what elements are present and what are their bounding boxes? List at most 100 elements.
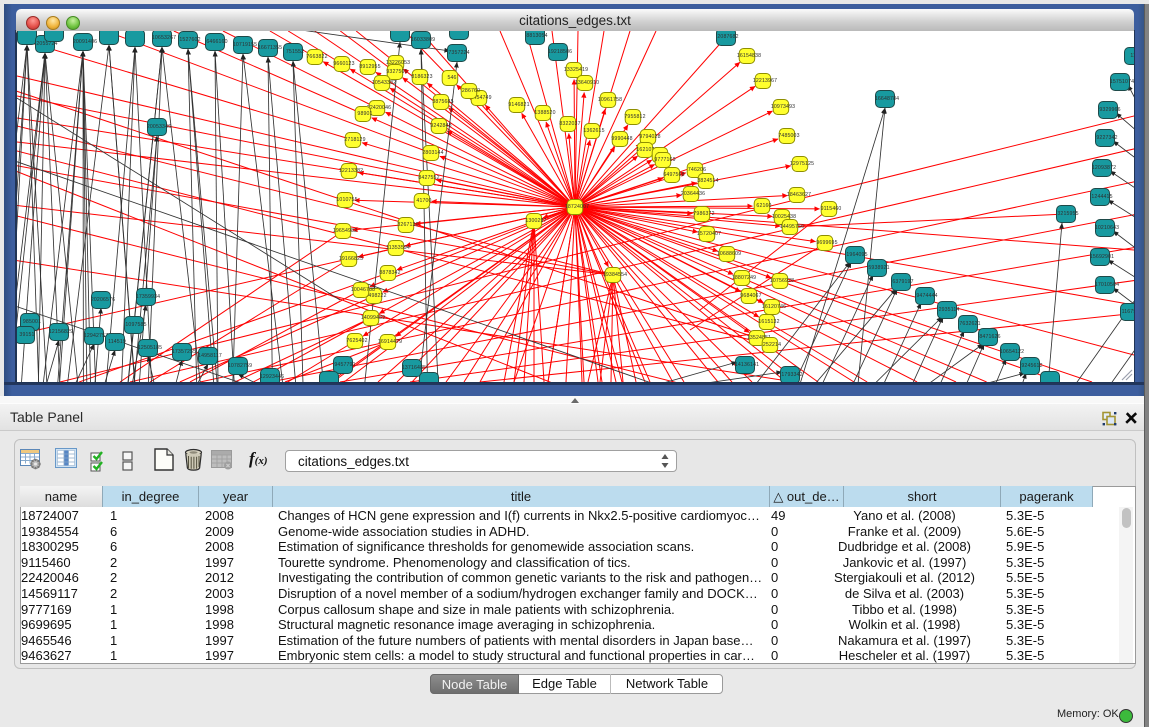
svg-text:9794028: 9794028: [639, 134, 660, 140]
svg-text:13716485: 13716485: [402, 365, 426, 371]
svg-text:114519: 114519: [108, 339, 126, 345]
svg-text:16120746: 16120746: [762, 304, 786, 310]
svg-text:8322037: 8322037: [559, 121, 580, 127]
svg-text:18724007: 18724007: [565, 204, 589, 210]
svg-text:14099489: 14099489: [361, 315, 385, 321]
svg-text:19218506: 19218506: [548, 49, 572, 55]
svg-text:9990448: 9990448: [611, 136, 632, 142]
svg-text:15751074: 15751074: [1110, 79, 1134, 85]
svg-text:20206576: 20206576: [91, 297, 115, 303]
svg-text:6466160: 6466160: [206, 39, 227, 45]
svg-text:18807249: 18807249: [732, 275, 756, 281]
svg-text:546: 546: [447, 75, 456, 81]
svg-text:20364436: 20364436: [681, 191, 705, 197]
svg-text:985001: 985001: [23, 319, 41, 325]
svg-text:16033809: 16033809: [411, 37, 435, 43]
svg-text:19166825: 19166825: [339, 256, 363, 262]
svg-text:15720407: 15720407: [697, 231, 721, 237]
svg-text:751552: 751552: [286, 49, 304, 55]
svg-text:286760: 286760: [462, 88, 480, 94]
svg-text:252214: 252214: [763, 342, 781, 348]
svg-text:18463627: 18463627: [787, 192, 811, 198]
svg-text:13325419: 13325419: [564, 67, 588, 73]
svg-text:2087682: 2087682: [717, 34, 738, 40]
svg-text:7986372: 7986372: [693, 211, 714, 217]
svg-text:2935114: 2935114: [939, 307, 960, 313]
svg-text:5938921: 5938921: [868, 265, 889, 271]
svg-text:9457791: 9457791: [334, 362, 355, 368]
svg-text:9227342: 9227342: [1096, 135, 1117, 141]
svg-text:746206: 746206: [688, 167, 706, 173]
svg-text:2803144: 2803144: [422, 150, 443, 156]
svg-text:12923446: 12923446: [260, 374, 284, 380]
svg-text:62160: 62160: [756, 203, 771, 209]
svg-text:9146821: 9146821: [508, 102, 529, 108]
svg-text:1388520: 1388520: [534, 110, 555, 116]
svg-text:15692901: 15692901: [1090, 254, 1114, 260]
svg-text:14958117: 14958117: [198, 353, 222, 359]
svg-text:7632621: 7632621: [959, 321, 980, 327]
svg-text:12942757: 12942757: [84, 333, 108, 339]
svg-text:9245612: 9245612: [1021, 363, 1042, 369]
svg-text:9242848: 9242848: [430, 123, 451, 129]
svg-text:8912955: 8912955: [359, 64, 380, 70]
svg-text:12213382: 12213382: [339, 168, 363, 174]
svg-text:98901: 98901: [357, 111, 372, 117]
svg-text:16154838: 16154838: [737, 53, 761, 59]
svg-text:9115460: 9115460: [821, 206, 842, 212]
svg-text:9329966: 9329966: [1099, 107, 1120, 113]
svg-text:1112: 1112: [1130, 53, 1141, 59]
svg-text:3267130: 3267130: [397, 222, 418, 228]
svg-text:1964095: 1964095: [846, 252, 867, 258]
svg-text:10756928: 10756928: [770, 278, 794, 284]
svg-text:1097585: 1097585: [125, 322, 146, 328]
svg-text:1793342: 1793342: [781, 372, 802, 378]
svg-text:41700: 41700: [416, 198, 431, 204]
svg-text:9660123: 9660123: [333, 61, 354, 67]
svg-text:17359934: 17359934: [136, 294, 160, 300]
svg-text:16914479: 16914479: [378, 339, 402, 345]
svg-text:8813054: 8813054: [526, 33, 547, 39]
svg-text:10719155: 10719155: [233, 42, 257, 48]
svg-text:3824514: 3824514: [697, 178, 718, 184]
svg-text:19654982: 19654982: [333, 228, 357, 234]
svg-text:20053346: 20053346: [147, 124, 171, 130]
svg-text:12975125: 12975125: [790, 161, 814, 167]
svg-text:10210643: 10210643: [1095, 225, 1119, 231]
svg-text:3215955: 3215955: [1057, 211, 1078, 217]
svg-text:9474444: 9474444: [916, 293, 937, 299]
svg-text:1615132: 1615132: [758, 319, 779, 325]
svg-text:1010755: 1010755: [336, 197, 357, 203]
svg-text:8186323: 8186323: [411, 74, 432, 80]
svg-text:17357255: 17357255: [172, 349, 196, 355]
svg-text:39151: 39151: [19, 332, 34, 338]
svg-text:7357224: 7357224: [448, 50, 469, 56]
svg-text:10782759: 10782759: [228, 363, 252, 369]
svg-text:17010504: 17010504: [1095, 282, 1119, 288]
svg-text:12156829: 12156829: [49, 329, 73, 335]
svg-text:11353594: 11353594: [386, 245, 410, 251]
svg-text:12093872: 12093872: [1092, 165, 1116, 171]
svg-text:10653267: 10653267: [152, 35, 176, 41]
svg-text:9699695: 9699695: [816, 240, 837, 246]
svg-text:10973493: 10973493: [771, 104, 795, 110]
svg-text:16671355: 16671355: [258, 45, 282, 51]
svg-text:1244415: 1244415: [1091, 194, 1112, 200]
svg-text:16648784: 16648784: [875, 96, 899, 102]
svg-text:1167533: 1167533: [1122, 309, 1143, 315]
svg-text:1527602: 1527602: [179, 37, 200, 43]
svg-text:8471626: 8471626: [979, 334, 1000, 340]
svg-text:7625402: 7625402: [346, 338, 367, 344]
svg-text:9327505: 9327505: [386, 69, 407, 75]
svg-text:9777169: 9777169: [654, 157, 675, 163]
svg-text:13640910: 13640910: [575, 80, 599, 86]
svg-text:1300297: 1300297: [525, 218, 546, 224]
svg-text:7663822: 7663822: [306, 54, 327, 60]
svg-text:20091406: 20091406: [73, 39, 97, 45]
svg-text:9684067: 9684067: [740, 293, 761, 299]
svg-text:6379197: 6379197: [892, 279, 913, 285]
svg-text:10961758: 10961758: [598, 97, 622, 103]
svg-text:14136141: 14136141: [735, 362, 759, 368]
svg-text:6497568: 6497568: [663, 172, 684, 178]
svg-text:12213967: 12213967: [753, 78, 777, 84]
